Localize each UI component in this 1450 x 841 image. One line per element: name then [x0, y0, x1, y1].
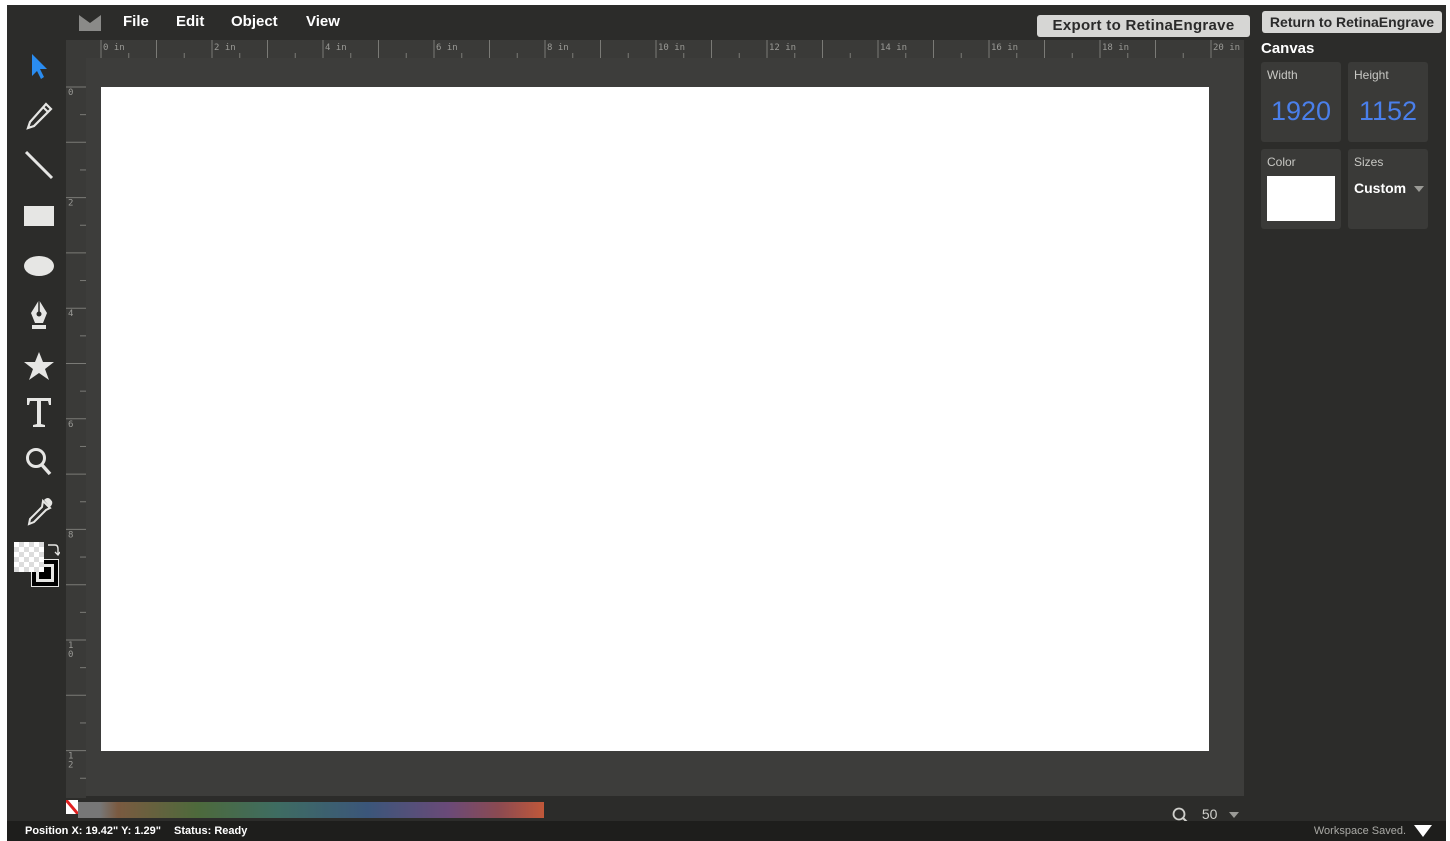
window-edge-right [1446, 0, 1450, 841]
menu-file[interactable]: File [123, 13, 149, 30]
ruler-label: 18 in [1102, 43, 1129, 53]
position-readout: Position X: 19.42" Y: 1.29" [25, 825, 161, 837]
return-button[interactable]: Return to RetinaEngrave [1262, 11, 1442, 33]
collapse-panel-icon[interactable] [1414, 824, 1432, 838]
status-bar: Position X: 19.42" Y: 1.29" Status: Read… [7, 821, 1446, 841]
swap-colors-icon[interactable] [46, 542, 60, 556]
height-label: Height [1354, 68, 1389, 82]
menu-edit[interactable]: Edit [176, 13, 204, 30]
ruler-label: 14 in [880, 43, 907, 53]
ruler-label: 4 [68, 309, 73, 319]
workspace-saved-text: Workspace Saved. [1313, 825, 1406, 837]
line-tool-icon[interactable] [21, 147, 57, 183]
no-color-swatch[interactable] [66, 800, 78, 814]
ruler-label: 4 in [325, 43, 347, 53]
ruler-label: 12 in [769, 43, 796, 53]
pencil-tool-icon[interactable] [21, 98, 57, 134]
fill-stroke-widget[interactable] [14, 542, 64, 592]
ruler-label: 8 in [547, 43, 569, 53]
ruler-label: 10 in [658, 43, 685, 53]
sizes-dropdown[interactable]: Custom [1354, 180, 1425, 196]
ruler-label: 20 in [1213, 43, 1240, 53]
ruler-label: 0 [68, 650, 73, 660]
menu-bar: File Edit Object View Export to RetinaEn… [7, 5, 1250, 39]
workspace[interactable] [86, 58, 1244, 796]
palette-strip[interactable] [78, 802, 544, 818]
star-tool-icon[interactable] [21, 348, 57, 384]
export-button[interactable]: Export to RetinaEngrave [1037, 15, 1250, 37]
sizes-card[interactable]: Sizes Custom [1348, 149, 1428, 229]
ruler-label: 2 [68, 761, 73, 771]
toolbox [7, 40, 67, 800]
text-tool-icon[interactable] [21, 394, 57, 430]
color-palette[interactable] [66, 800, 546, 818]
fill-color-swatch[interactable] [14, 542, 44, 572]
ruler-label: 2 in [214, 43, 236, 53]
color-card[interactable]: Color [1261, 149, 1341, 229]
ruler-label: 16 in [991, 43, 1018, 53]
width-card[interactable]: Width 1920 [1261, 62, 1341, 142]
zoom-value: 50 [1201, 806, 1218, 822]
drawing-canvas[interactable] [101, 87, 1209, 751]
ruler-corner [66, 40, 100, 58]
ruler-label: 0 [68, 88, 73, 98]
select-tool-icon[interactable] [21, 48, 57, 84]
eyedropper-tool-icon[interactable] [21, 494, 57, 530]
ruler-label: 8 [68, 530, 73, 540]
menu-view[interactable]: View [306, 13, 340, 30]
zoom-tool-icon[interactable] [21, 444, 57, 480]
app-logo-icon [79, 15, 101, 31]
window-edge-left [0, 0, 7, 841]
ruler-label: 2 [68, 199, 73, 209]
canvas-panel: Canvas Width 1920 Height 1152 Color Size… [1252, 40, 1446, 820]
height-card[interactable]: Height 1152 [1348, 62, 1428, 142]
vertical-ruler: 024681012 [66, 58, 86, 798]
height-value[interactable]: 1152 [1348, 96, 1428, 127]
app-window: File Edit Object View Export to RetinaEn… [0, 0, 1450, 841]
status-text: Status: Ready [174, 825, 248, 837]
pen-tool-icon[interactable] [21, 297, 57, 333]
chevron-down-icon [1414, 186, 1425, 193]
chevron-down-icon [1229, 812, 1240, 819]
horizontal-ruler: 0 in 2 in 4 in 6 in 8 in 10 in 12 in 14 in 16 in… [100, 40, 1244, 58]
ellipse-tool-icon[interactable] [21, 248, 57, 284]
sizes-label: Sizes [1354, 155, 1384, 169]
ruler-label: 0 in [103, 43, 125, 53]
canvas-color-swatch[interactable] [1267, 176, 1335, 221]
color-label: Color [1267, 155, 1296, 169]
menu-object[interactable]: Object [231, 13, 278, 30]
width-label: Width [1267, 68, 1298, 82]
ruler-label: 6 [68, 420, 73, 430]
sizes-value: Custom [1354, 180, 1407, 196]
panel-title: Canvas [1261, 40, 1315, 57]
rectangle-tool-icon[interactable] [21, 198, 57, 234]
ruler-label: 6 in [436, 43, 458, 53]
width-value[interactable]: 1920 [1261, 96, 1341, 127]
